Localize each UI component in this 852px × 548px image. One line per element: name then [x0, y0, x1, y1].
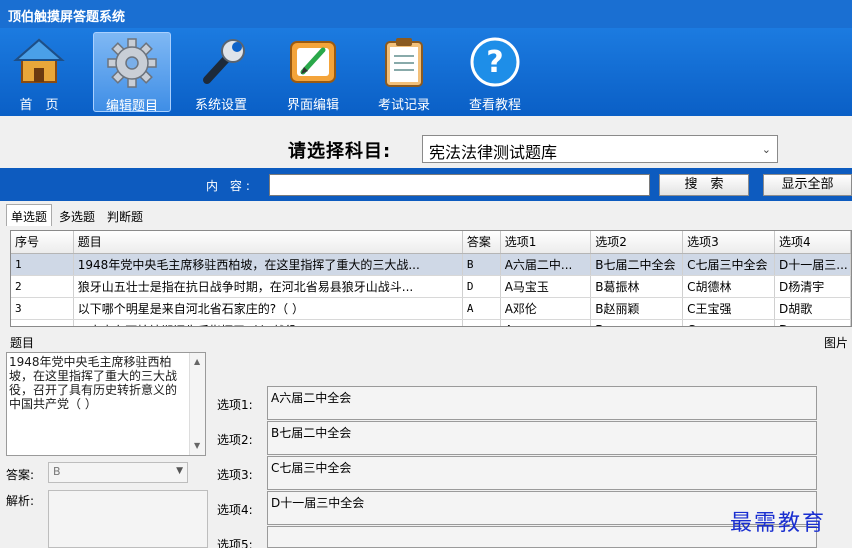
- chevron-down-icon: ⌄: [761, 143, 771, 156]
- option-2-field[interactable]: B七届二中全会: [267, 421, 817, 455]
- question-text: 1948年党中央毛主席移驻西柏坡，在这里指挥了重大的三大战役，召开了具有历史转折…: [9, 355, 178, 411]
- table-header-row: 序号 题目 答案 选项1 选项2 选项3 选项4: [11, 231, 851, 254]
- toolbar-home-button[interactable]: 首 页: [0, 32, 78, 113]
- search-button[interactable]: 搜 索: [659, 174, 749, 196]
- question-label: 题目: [10, 336, 35, 350]
- toolbar-view-tutorial-button[interactable]: ? 查看教程: [456, 32, 534, 113]
- svg-text:?: ?: [486, 45, 503, 80]
- scroll-up-icon: ▲: [194, 357, 201, 366]
- question-type-tabs: 单选题 多选题 判断题: [6, 204, 150, 226]
- help-icon: ?: [470, 37, 520, 87]
- wrench-icon: [203, 39, 245, 84]
- option-3-field[interactable]: C七届三中全会: [267, 456, 817, 490]
- option-3-label: 选项3:: [217, 468, 253, 482]
- toolbar-exam-records-button[interactable]: 考试记录: [365, 32, 443, 113]
- tab-true-false[interactable]: 判断题: [102, 204, 148, 226]
- column-header[interactable]: 选项2: [590, 231, 684, 254]
- option-1-label: 选项1:: [217, 398, 253, 412]
- watermark: 最需教育: [730, 511, 827, 536]
- column-header[interactable]: 题目: [73, 231, 463, 254]
- question-textarea[interactable]: 1948年党中央毛主席移驻西柏坡，在这里指挥了重大的三大战役，召开了具有历史转折…: [6, 352, 206, 456]
- option-4-label: 选项4:: [217, 503, 253, 517]
- toolbar-ribbon: 首 页 编辑题目 系统设置 界面编辑 考试记录 ? 查看教程: [0, 28, 852, 116]
- edit-icon: [290, 41, 336, 83]
- chevron-down-icon: ▼: [176, 466, 183, 476]
- analysis-label: 解析:: [6, 494, 35, 508]
- toolbar-interface-edit-button[interactable]: 界面编辑: [274, 32, 352, 113]
- show-all-button[interactable]: 显示全部: [763, 174, 852, 196]
- answer-label: 答案:: [6, 468, 35, 482]
- question-scrollbar[interactable]: ▲ ▼: [189, 353, 205, 455]
- table-row[interactable]: 4 ...中央在西柏坡期间先后指挥了（ ）战役 A... B... C... D…: [11, 319, 851, 326]
- subject-row: 请选择科目: 宪法法律测试题库 ⌄: [0, 116, 852, 168]
- subject-label: 请选择科目:: [288, 141, 392, 162]
- scroll-down-icon: ▼: [194, 441, 201, 450]
- tab-multiple-choice[interactable]: 多选题: [54, 204, 100, 226]
- question-table: 序号 题目 答案 选项1 选项2 选项3 选项4 1 1948年党中央毛主席移驻…: [10, 230, 852, 327]
- analysis-textarea[interactable]: [48, 490, 208, 548]
- app-title-bar: 顶伯触摸屏答题系统: [0, 0, 852, 28]
- column-header[interactable]: 序号: [11, 231, 74, 254]
- search-bar: 内 容: 搜 索 显示全部: [0, 168, 852, 201]
- table-row[interactable]: 3 以下哪个明星是来自河北省石家庄的?（ ） A A邓伦 B赵丽颖 C王宝强 D…: [11, 297, 851, 320]
- toolbar-edit-questions-button[interactable]: 编辑题目: [93, 32, 171, 114]
- gear-icon: [107, 38, 157, 88]
- toolbar-system-settings-button[interactable]: 系统设置: [182, 32, 260, 113]
- option-5-label: 选项5:: [217, 538, 253, 548]
- table-row[interactable]: 1 1948年党中央毛主席移驻西柏坡，在这里指挥了重大的三大战... B A六届…: [11, 253, 851, 276]
- option-1-field[interactable]: A六届二中全会: [267, 386, 817, 420]
- table-row[interactable]: 2 狼牙山五壮士是指在抗日战争时期，在河北省易县狼牙山战斗... D A马宝玉 …: [11, 275, 851, 298]
- subject-select[interactable]: 宪法法律测试题库 ⌄: [422, 135, 778, 163]
- option-2-label: 选项2:: [217, 433, 253, 447]
- search-input[interactable]: [269, 174, 650, 196]
- clipboard-icon: [385, 38, 423, 87]
- subject-select-value: 宪法法律测试题库: [429, 143, 558, 162]
- answer-select[interactable]: B ▼: [48, 462, 188, 483]
- app-title: 顶伯触摸屏答题系统: [8, 10, 126, 25]
- home-icon: [13, 38, 65, 83]
- image-label: 图片: [824, 336, 849, 350]
- search-label: 内 容:: [206, 179, 254, 193]
- column-header[interactable]: 选项1: [500, 231, 592, 254]
- column-header[interactable]: 选项4: [774, 231, 851, 254]
- answer-value: B: [53, 465, 61, 478]
- tab-single-choice[interactable]: 单选题: [6, 204, 53, 226]
- column-header[interactable]: 答案: [462, 231, 501, 254]
- column-header[interactable]: 选项3: [682, 231, 776, 254]
